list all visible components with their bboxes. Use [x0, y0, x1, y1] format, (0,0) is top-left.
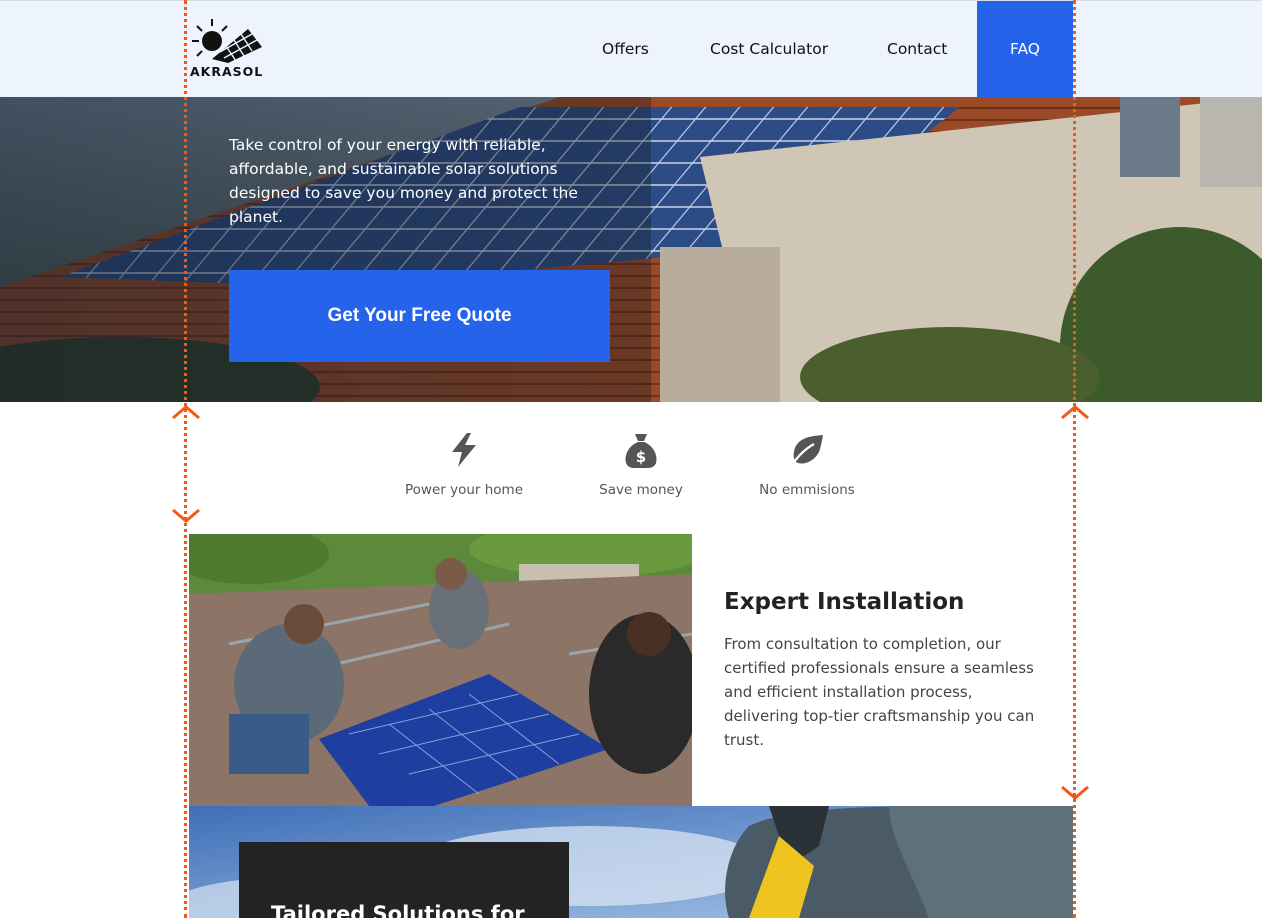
feature-label: Save money [599, 482, 683, 498]
installation-title: Expert Installation [724, 589, 965, 615]
nav-faq[interactable]: FAQ [977, 1, 1073, 97]
feature-label: No emmisions [759, 482, 855, 498]
left-margin-guide [184, 0, 187, 918]
chevron-up-icon [172, 405, 200, 420]
chevron-down-icon [172, 508, 200, 523]
get-free-quote-button[interactable]: Get Your Free Quote [229, 270, 610, 362]
feature-power-your-home: Power your home [384, 430, 544, 498]
nav-cost-calculator[interactable]: Cost Calculator [710, 40, 828, 58]
installation-photo [189, 534, 692, 806]
feature-save-money: $ Save money [561, 430, 721, 498]
money-bag-icon: $ [561, 430, 721, 470]
installation-description: From consultation to completion, our cer… [724, 635, 1035, 749]
feature-no-emissions: No emmisions [727, 430, 887, 498]
chevron-down-icon [1061, 785, 1089, 800]
brand-logo[interactable]: AKRASOL [190, 15, 272, 79]
chevron-up-icon [1061, 405, 1089, 420]
page: AKRASOL Offers Cost Calculator Contact F… [0, 0, 1262, 918]
sun-panel-logo-icon [192, 19, 262, 63]
brand-name: AKRASOL [190, 64, 264, 79]
nav-offers[interactable]: Offers [602, 40, 649, 58]
tailored-solutions-title: Tailored Solutions for [271, 902, 525, 918]
nav-contact[interactable]: Contact [887, 40, 947, 58]
feature-label: Power your home [404, 482, 524, 498]
leaf-icon [727, 430, 887, 470]
lightning-bolt-icon [384, 430, 544, 470]
right-margin-guide [1073, 0, 1076, 918]
tailored-solutions-card: Tailored Solutions for [239, 842, 569, 918]
hero-tagline: Take control of your energy with reliabl… [229, 136, 578, 226]
svg-text:$: $ [636, 448, 646, 466]
